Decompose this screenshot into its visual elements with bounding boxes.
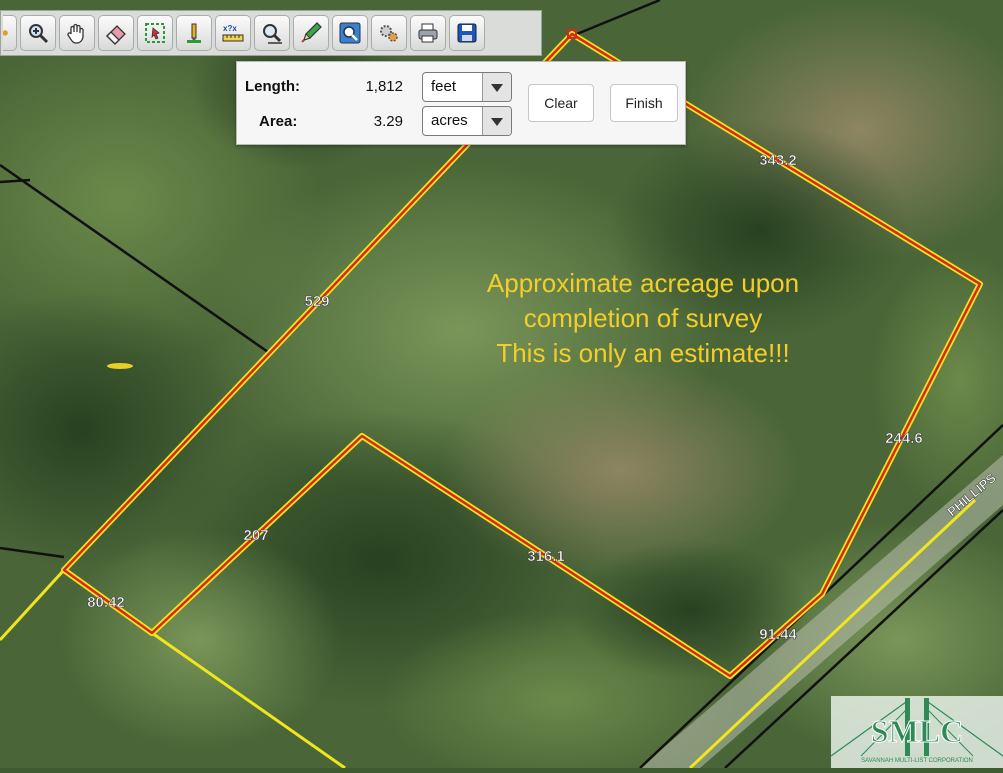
- zoom-in-icon: [29, 24, 49, 44]
- layers-gears-icon: [380, 25, 398, 42]
- area-label: Area:: [259, 113, 298, 130]
- measure-button[interactable]: x?x: [215, 15, 251, 51]
- area-unit-select[interactable]: acres: [422, 106, 512, 136]
- zoom-extent-button[interactable]: [254, 15, 290, 51]
- svg-text:x?x: x?x: [223, 24, 237, 33]
- segment-label: 244.6: [885, 430, 923, 447]
- logo-subtext: SAVANNAH MULTI-LIST CORPORATION: [861, 758, 973, 764]
- print-icon: [418, 23, 438, 43]
- pan-hand-icon: [67, 23, 84, 44]
- chevron-down-icon: [482, 73, 511, 101]
- measure-icon: x?x: [222, 24, 244, 42]
- annotation-line: completion of survey: [524, 303, 762, 333]
- marker-icon: [187, 23, 201, 43]
- draw-button[interactable]: [293, 15, 329, 51]
- zoom-in-button[interactable]: [20, 15, 56, 51]
- partial-tool-icon: [3, 30, 8, 36]
- pan-button[interactable]: [59, 15, 95, 51]
- length-label: Length:: [245, 78, 300, 95]
- map-toolbar: x?x: [0, 10, 542, 56]
- logo-text: SMLC: [871, 713, 963, 749]
- annotation-line: This is only an estimate!!!: [496, 338, 789, 368]
- save-icon: [457, 23, 477, 43]
- estimate-annotation: Approximate acreage upon completion of s…: [487, 268, 799, 368]
- chevron-down-icon: [482, 107, 511, 135]
- select-region-icon: [145, 23, 165, 43]
- segment-label: 80.42: [87, 594, 125, 611]
- marker-button[interactable]: [176, 15, 212, 51]
- eraser-icon: [106, 25, 126, 45]
- zoom-extent-icon: [263, 24, 282, 44]
- layers-button[interactable]: [371, 15, 407, 51]
- segment-label: 316.1: [527, 548, 565, 565]
- measure-panel: Length: 1,812 feet Area: 3.29 acres Clea…: [236, 61, 686, 145]
- segment-label: 343.2: [759, 152, 797, 169]
- area-value: 3.29: [373, 113, 403, 130]
- annotation-line: Approximate acreage upon: [487, 268, 799, 298]
- segment-label: 91.44: [759, 626, 797, 643]
- finish-button[interactable]: Finish: [610, 84, 678, 122]
- select-region-button[interactable]: [137, 15, 173, 51]
- length-value: 1,812: [365, 78, 403, 95]
- save-button[interactable]: [449, 15, 485, 51]
- partial-tool-button[interactable]: [3, 15, 17, 51]
- smlc-logo-mark: SMLC SAVANNAH MULTI-LIST CORPORATION: [830, 698, 1003, 764]
- clear-button[interactable]: Clear: [528, 84, 594, 122]
- pencil-icon: [301, 22, 322, 43]
- eraser-button[interactable]: [98, 15, 134, 51]
- print-button[interactable]: [410, 15, 446, 51]
- segment-label: 207: [243, 527, 268, 544]
- map-marker: [107, 363, 133, 369]
- zoom-full-icon: [339, 22, 361, 44]
- segment-label: 529: [304, 293, 329, 310]
- area-unit-value: acres: [431, 112, 468, 129]
- smlc-logo: SMLC SAVANNAH MULTI-LIST CORPORATION: [830, 696, 1003, 768]
- length-unit-select[interactable]: feet: [422, 72, 512, 102]
- length-unit-value: feet: [431, 78, 457, 95]
- zoom-full-button[interactable]: [332, 15, 368, 51]
